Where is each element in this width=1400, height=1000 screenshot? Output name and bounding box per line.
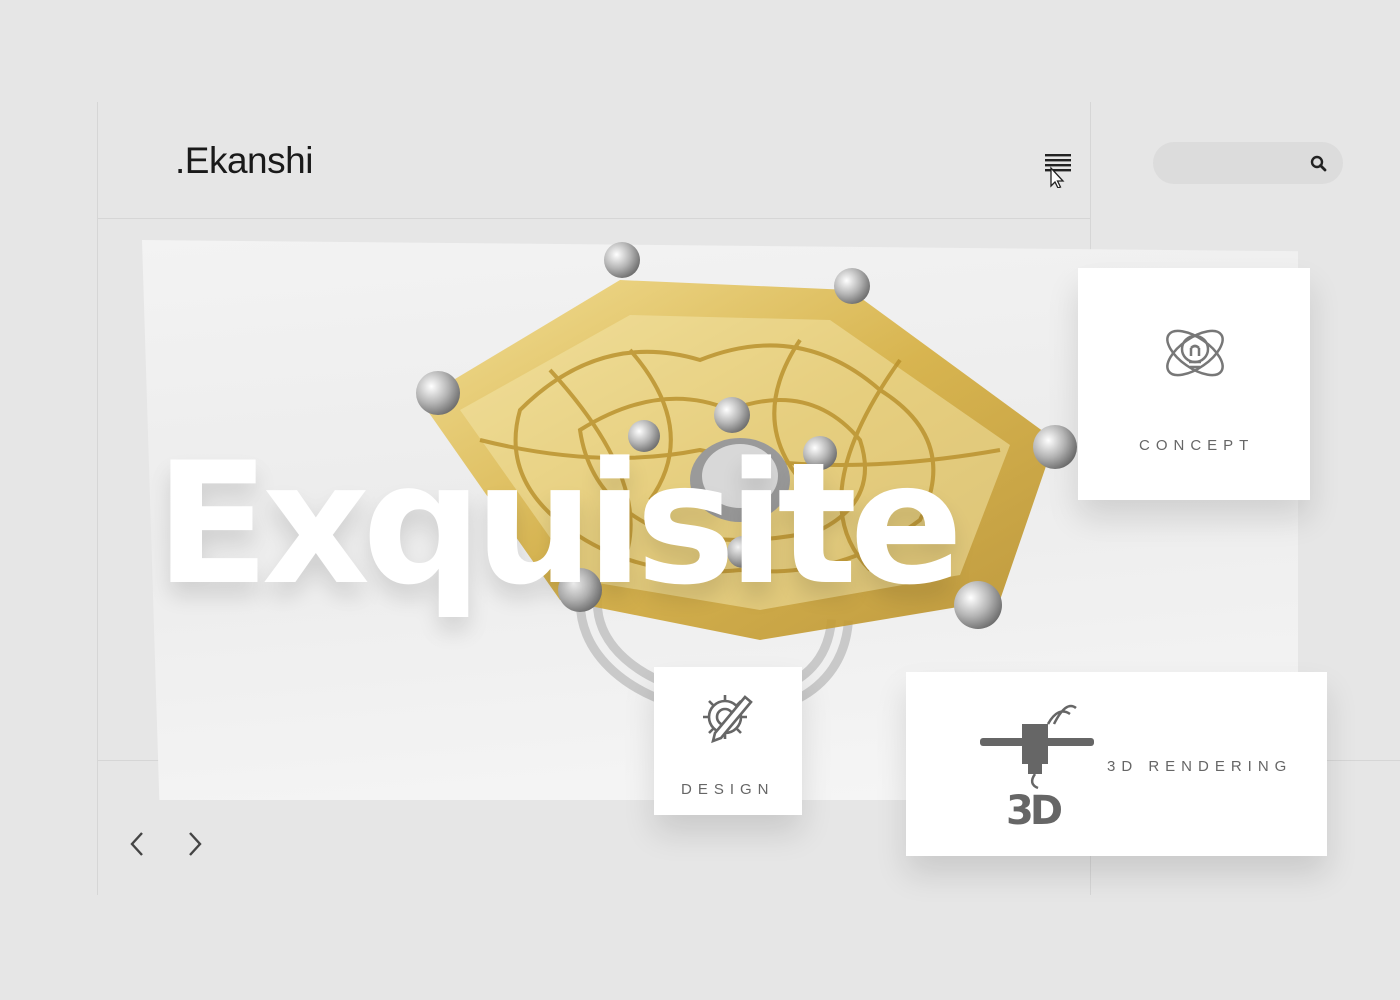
gear-pencil-icon: [703, 695, 753, 744]
3d-printer-icon: 3D: [980, 704, 1094, 832]
hero-headline: Exquisite: [155, 426, 963, 622]
brand-logo[interactable]: .Ekanshi: [175, 140, 313, 182]
concept-card[interactable]: CONCEPT: [1078, 268, 1310, 500]
lightbulb-atom-icon: [1166, 329, 1224, 377]
chevron-left-icon[interactable]: [124, 828, 152, 860]
chevron-right-icon[interactable]: [180, 828, 208, 860]
header-divider: [97, 218, 1091, 219]
search-bar[interactable]: [1153, 142, 1343, 186]
search-input[interactable]: [1171, 142, 1305, 186]
design-card[interactable]: DESIGN: [654, 667, 802, 815]
menu-button[interactable]: [1040, 148, 1076, 189]
design-label: DESIGN: [681, 781, 775, 798]
rendering-label: 3D RENDERING: [1107, 758, 1293, 775]
rendering-card[interactable]: 3D 3D RENDERING: [906, 672, 1327, 856]
svg-text:3D: 3D: [1006, 788, 1062, 832]
concept-label: CONCEPT: [1139, 437, 1255, 454]
search-icon[interactable]: [1309, 154, 1329, 174]
frame-line-left: [97, 102, 98, 895]
menu-lines-icon: [1045, 154, 1071, 189]
